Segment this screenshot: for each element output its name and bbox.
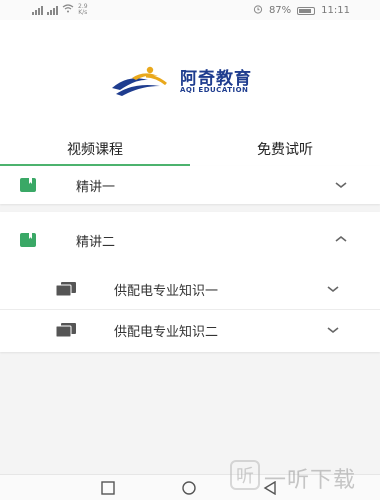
signal-icon-2 [47, 5, 58, 15]
watermark-badge: 听 [230, 460, 260, 490]
watermark-text: 一听下载 [264, 468, 357, 493]
section-header-2[interactable]: 精讲二 [0, 212, 380, 268]
divider [0, 309, 380, 310]
section-card-1: 精讲一 [0, 166, 380, 204]
lesson-item-2[interactable]: 供配电专业知识二 [0, 311, 380, 349]
clock: 11:11 [321, 5, 350, 16]
bookmark-book-icon [20, 233, 36, 247]
chevron-down-icon[interactable] [326, 325, 340, 335]
network-speed: 2.9 K/s [78, 4, 88, 16]
bookmark-book-icon [20, 178, 36, 192]
battery-percent: 87% [268, 5, 292, 16]
logo-mark-icon [112, 66, 167, 96]
battery-icon [297, 6, 316, 15]
lesson-item-1[interactable]: 供配电专业知识一 [0, 270, 380, 308]
video-library-icon [56, 323, 76, 337]
wifi-icon [62, 4, 74, 16]
tab-free-trial[interactable]: 免费试听 [190, 132, 380, 166]
signal-icon [32, 5, 43, 15]
home-button[interactable] [180, 481, 198, 495]
speed-unit: K/s [78, 9, 88, 16]
tab-bar: 视频课程 免费试听 [0, 132, 380, 166]
header: 阿奇教育 AQI EDUCATION [0, 20, 380, 132]
section-title-1: 精讲一 [76, 180, 116, 195]
lesson-title-1: 供配电专业知识一 [114, 284, 219, 299]
chevron-down-icon[interactable] [326, 284, 340, 294]
section-header-1[interactable]: 精讲一 [0, 166, 380, 204]
section-title-2: 精讲二 [76, 235, 116, 250]
watermark: 听 一听下载 [228, 456, 378, 498]
alarm-icon [253, 4, 263, 17]
chevron-up-icon[interactable] [334, 234, 348, 244]
status-right: 87% 11:11 [253, 4, 350, 17]
section-card-2: 精讲二 供配电专业知识一 供配电专业知识二 [0, 212, 380, 352]
video-library-icon [56, 282, 76, 296]
chevron-down-icon[interactable] [334, 180, 348, 190]
tab-video-courses[interactable]: 视频课程 [0, 132, 190, 166]
recent-apps-button[interactable] [100, 481, 116, 495]
status-left: 2.9 K/s [32, 4, 88, 16]
brand-name-en: AQI EDUCATION [180, 86, 249, 94]
status-bar: 2.9 K/s 87% 11:11 [0, 0, 380, 20]
brand-logo: 阿奇教育 AQI EDUCATION [110, 64, 270, 100]
lesson-title-2: 供配电专业知识二 [114, 325, 219, 340]
